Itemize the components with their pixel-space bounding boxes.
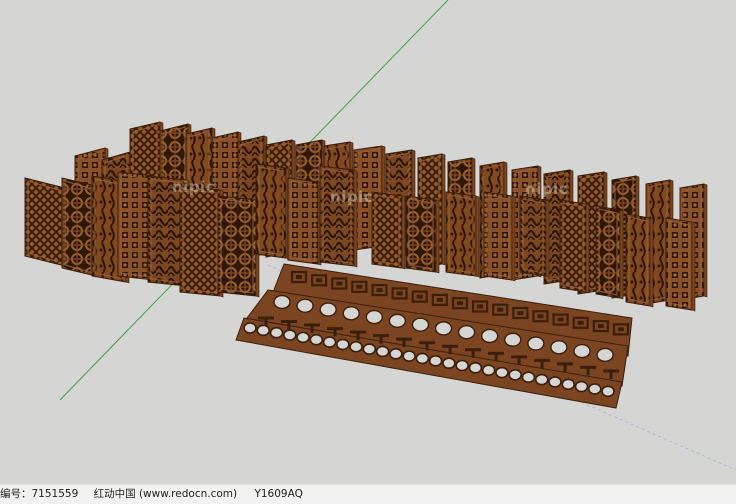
ring-motif <box>481 364 496 376</box>
fret-motif <box>577 320 584 325</box>
ring-motif <box>534 373 549 386</box>
site-label: 红动中国 (www.redocn.com) <box>93 488 238 500</box>
ring-motif <box>243 322 257 334</box>
carved-panel <box>625 213 654 308</box>
circle-motif <box>434 321 453 336</box>
ring-motif <box>282 329 297 341</box>
ring-motif <box>508 369 523 381</box>
image-caption-bar: 编号：7151559 红动中国 (www.redocn.com) Y1609AQ <box>0 484 736 504</box>
circle-motif <box>550 340 568 355</box>
ring-motif <box>349 340 363 353</box>
fret-motif <box>537 314 544 319</box>
fret-motif <box>296 275 302 279</box>
ring-motif <box>389 347 403 360</box>
carved-panel <box>519 195 550 278</box>
circle-motif <box>319 302 337 317</box>
image-id-label: 编号：7151559 <box>0 488 79 500</box>
circle-motif <box>480 328 499 344</box>
carved-panel <box>319 165 358 268</box>
ring-motif <box>601 385 615 398</box>
circle-motif <box>388 313 407 329</box>
fret-motif <box>477 304 484 309</box>
carved-panel <box>287 177 322 266</box>
scene-canvas[interactable] <box>0 0 736 484</box>
circle-motif <box>457 325 476 340</box>
circle-motif <box>573 343 591 359</box>
ring-motif <box>587 383 602 395</box>
circle-motif <box>342 306 360 321</box>
circle-motif <box>504 332 522 347</box>
circle-motif <box>296 298 314 313</box>
circle-motif <box>596 347 614 363</box>
fret-motif <box>497 307 504 312</box>
ring-motif <box>362 343 377 355</box>
ring-motif <box>495 366 509 379</box>
ring-motif <box>375 345 390 358</box>
fret-motif <box>416 294 423 299</box>
carved-panel <box>559 199 590 294</box>
ring-motif <box>455 359 469 372</box>
carved-panel <box>595 205 624 300</box>
ring-motif <box>402 350 416 362</box>
fret-motif <box>456 301 463 306</box>
ring-motif <box>269 326 284 339</box>
carved-panel <box>371 191 406 270</box>
ring-motif <box>428 355 443 367</box>
circle-motif <box>411 317 430 332</box>
ring-motif <box>256 324 271 337</box>
ring-motif <box>548 376 562 388</box>
fret-motif <box>617 327 624 332</box>
fret-motif <box>356 284 363 289</box>
ring-motif <box>561 378 576 391</box>
circle-motif <box>273 294 291 310</box>
model-viewport[interactable]: nipic nipic nipic <box>0 0 736 484</box>
ring-motif <box>415 352 430 365</box>
ring-motif <box>442 357 456 369</box>
fret-motif <box>336 281 343 286</box>
fret-motif <box>517 311 524 315</box>
fret-motif <box>597 324 604 329</box>
ring-motif <box>296 331 310 344</box>
circle-motif <box>365 309 384 325</box>
ring-motif <box>521 371 536 384</box>
carved-panel <box>665 217 696 312</box>
fret-motif <box>316 278 323 283</box>
carved-panel <box>179 185 224 298</box>
ring-motif <box>574 380 589 393</box>
fret-motif <box>436 297 443 302</box>
ring-motif <box>336 338 350 351</box>
carved-panel <box>255 163 290 260</box>
ring-motif <box>468 362 483 374</box>
image-code-label: Y1609AQ <box>254 488 303 500</box>
carved-panel <box>405 195 440 274</box>
ring-motif <box>309 333 324 346</box>
ring-motif <box>322 336 337 348</box>
carved-panel <box>217 195 260 298</box>
fret-motif <box>376 288 383 293</box>
fret-motif <box>396 291 403 296</box>
circle-motif <box>527 336 545 351</box>
carved-panel <box>445 191 480 278</box>
fret-motif <box>557 317 564 322</box>
carved-panel <box>483 191 516 282</box>
